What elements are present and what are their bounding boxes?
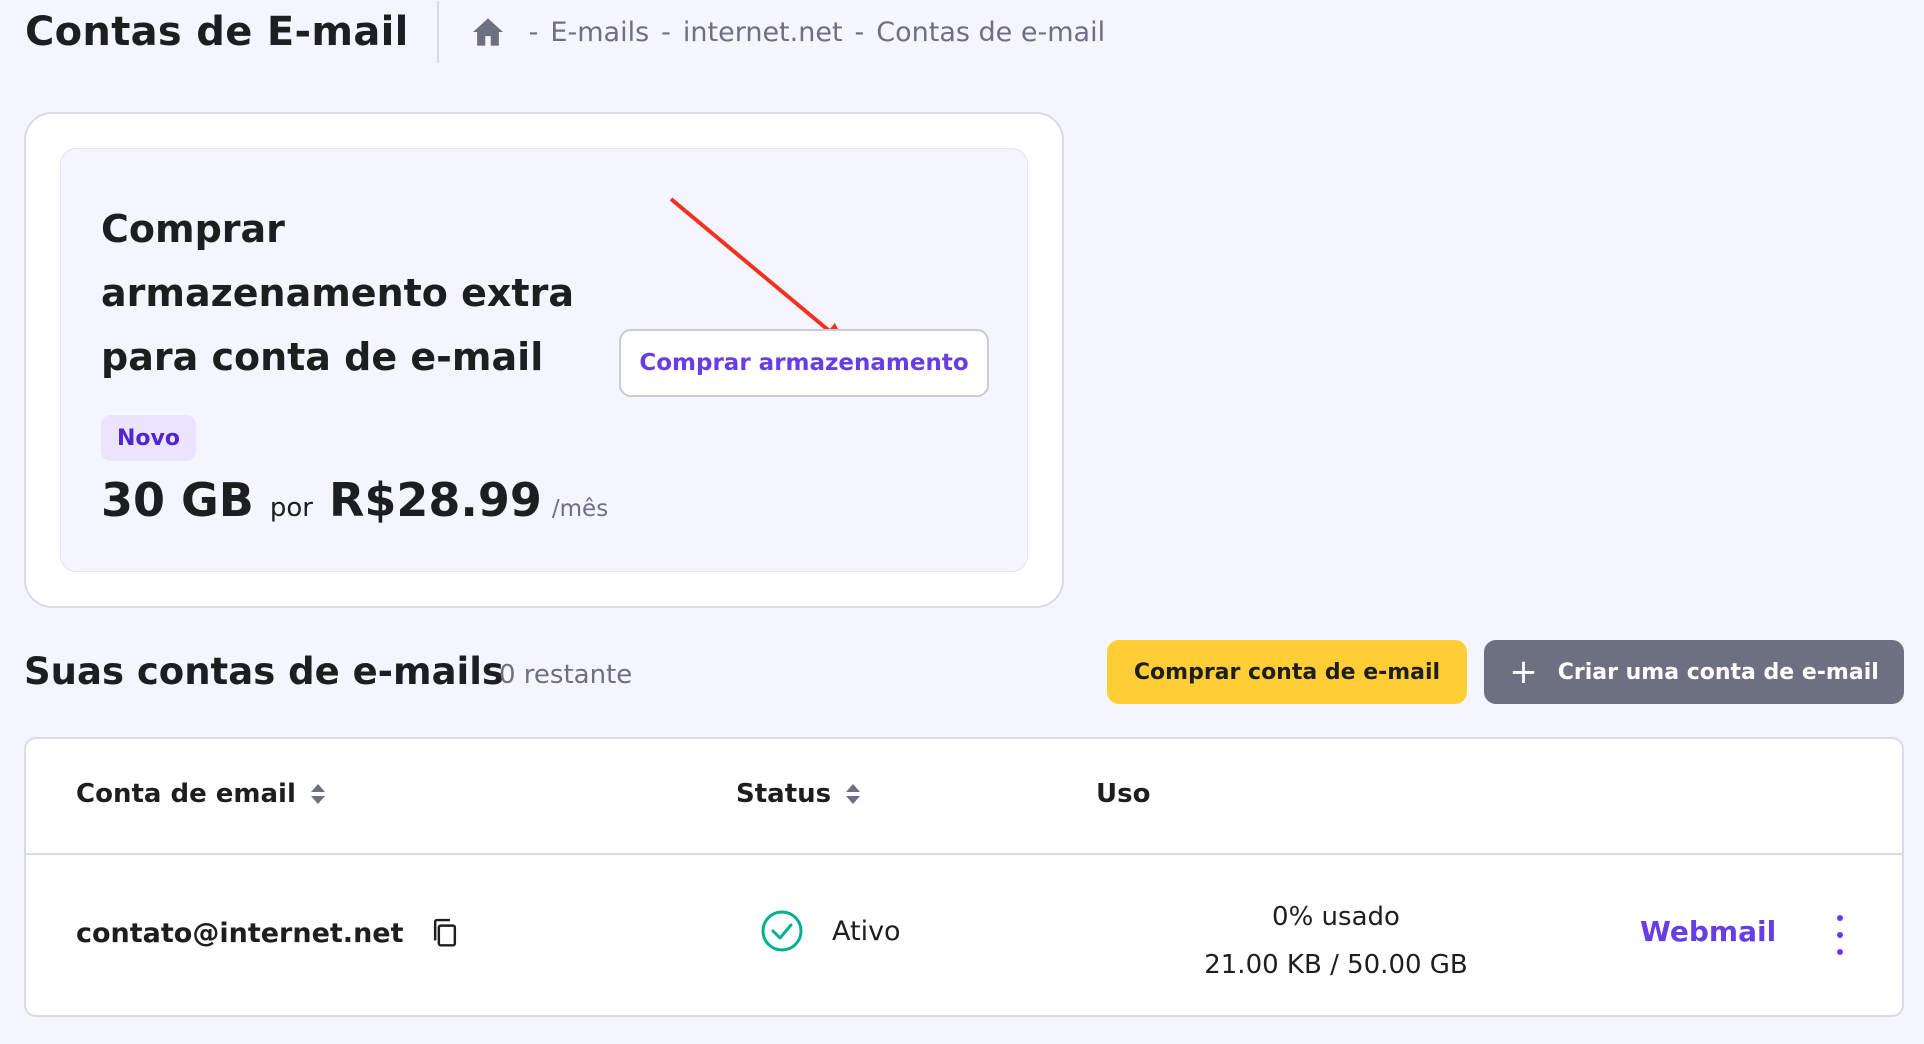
breadcrumb-item-emails[interactable]: E-mails: [550, 17, 649, 48]
column-usage-label: Uso: [1096, 779, 1151, 809]
column-email[interactable]: Conta de email: [76, 779, 326, 809]
create-email-account-button[interactable]: + Criar uma conta de e-mail: [1484, 640, 1904, 704]
page-header: Contas de E-mail - E-mails - internet.ne…: [25, 0, 1105, 64]
price-value: R$28.99: [328, 473, 542, 527]
storage-promo-inner: Comprar armazenamento extra para conta d…: [60, 148, 1028, 572]
home-icon[interactable]: [471, 17, 505, 47]
storage-size: 30 GB: [101, 473, 254, 527]
page-title: Contas de E-mail: [25, 9, 409, 55]
breadcrumb-separator: -: [528, 16, 539, 48]
usage-amount: 21.00 KB / 50.00 GB: [1204, 950, 1468, 980]
column-email-label: Conta de email: [76, 779, 296, 809]
copy-icon[interactable]: [430, 917, 460, 949]
check-circle-icon: [761, 910, 803, 952]
breadcrumb-separator: -: [661, 16, 671, 48]
price-por: por: [269, 493, 313, 523]
storage-promo-card: Comprar armazenamento extra para conta d…: [24, 112, 1064, 608]
breadcrumb: - E-mails - internet.net - Contas de e-m…: [471, 17, 1105, 48]
kebab-dot: [1837, 915, 1843, 921]
price-unit: /mês: [551, 496, 609, 522]
new-badge: Novo: [101, 415, 196, 461]
column-status[interactable]: Status: [736, 779, 861, 809]
kebab-dot: [1837, 949, 1843, 955]
section-title: Suas contas de e-mails: [24, 650, 504, 693]
sort-icon[interactable]: [845, 783, 861, 805]
column-status-label: Status: [736, 779, 832, 809]
create-email-account-label: Criar uma conta de e-mail: [1557, 659, 1879, 685]
breadcrumb-item-current: Contas de e-mail: [876, 16, 1106, 48]
usage-cell: 0% usado 21.00 KB / 50.00 GB: [1146, 893, 1526, 989]
status-cell: Ativo: [760, 909, 901, 953]
kebab-dot: [1837, 932, 1843, 938]
column-usage: Uso: [1096, 779, 1150, 809]
breadcrumb-item-domain[interactable]: internet.net: [683, 17, 843, 48]
header-divider: [436, 1, 439, 63]
table-header: Conta de email Status Uso: [26, 739, 1902, 855]
usage-percent: 0% usado: [1272, 902, 1400, 932]
breadcrumb-separator: -: [854, 16, 865, 48]
email-accounts-table: Conta de email Status Uso contato@intern…: [24, 737, 1904, 1017]
status-text: Ativo: [832, 915, 901, 947]
buy-storage-button[interactable]: Comprar armazenamento: [619, 329, 989, 397]
price-line: 30 GB por R$28.99 /mês: [101, 473, 608, 527]
sort-icon[interactable]: [310, 783, 326, 805]
email-cell: contato@internet.net: [76, 917, 460, 949]
plus-icon: +: [1509, 652, 1538, 692]
email-address: contato@internet.net: [76, 917, 404, 949]
accounts-header: Suas contas de e-mails 0 restante Compra…: [24, 640, 1904, 706]
buy-email-account-button[interactable]: Comprar conta de e-mail: [1107, 640, 1467, 704]
table-row: contato@internet.net Ativo 0% usado 21.0…: [26, 857, 1902, 1017]
more-options-icon[interactable]: [1832, 915, 1848, 955]
webmail-link[interactable]: Webmail: [1640, 915, 1776, 948]
promo-title-text: Comprar armazenamento extra para conta d…: [101, 207, 574, 379]
remaining-count: 0 restante: [499, 660, 633, 690]
